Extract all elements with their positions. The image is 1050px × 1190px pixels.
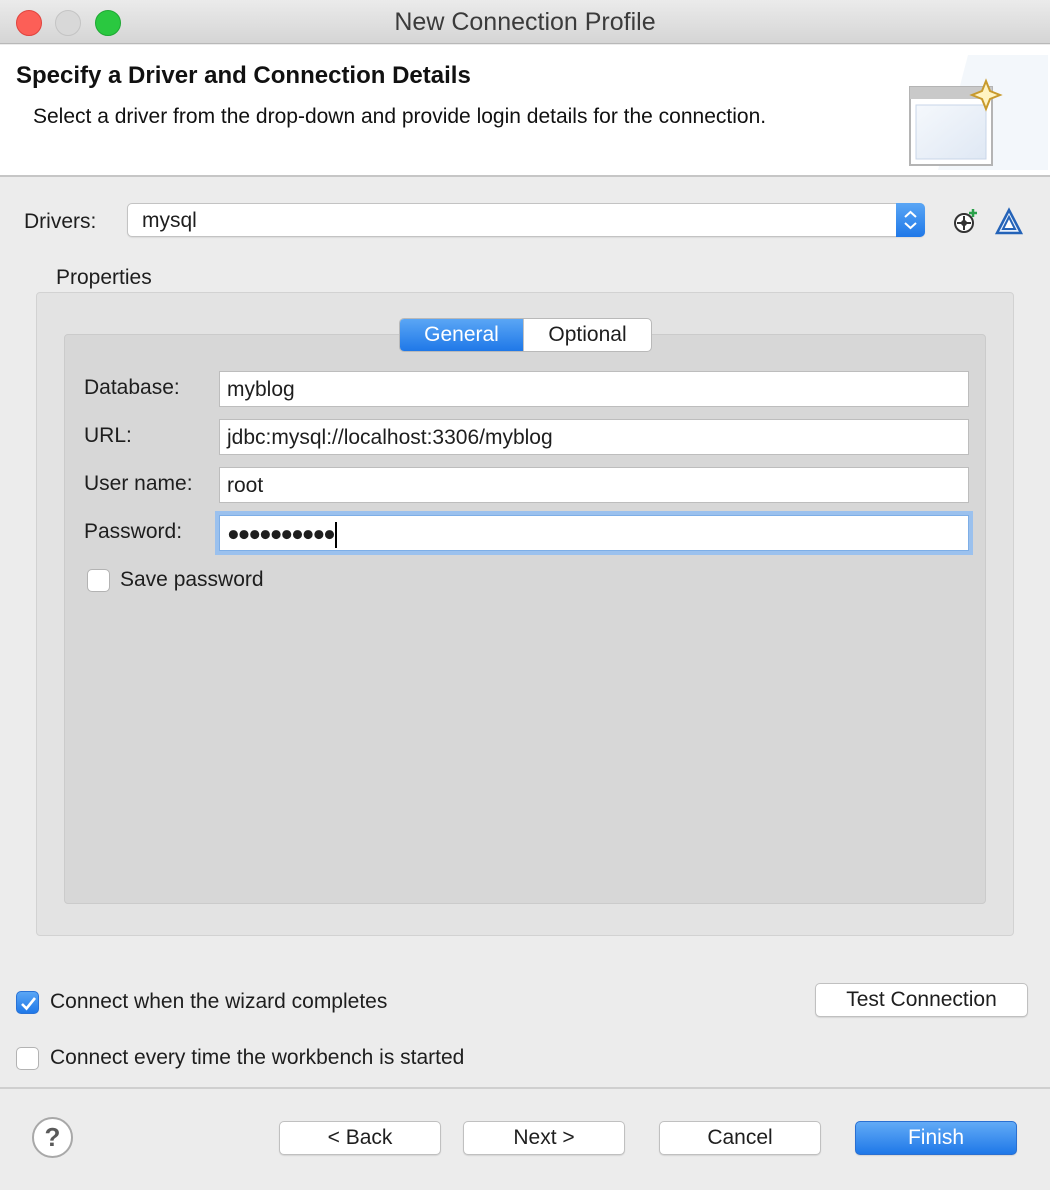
page-title: Specify a Driver and Connection Details: [16, 62, 471, 89]
properties-tab-bar: General Optional: [399, 318, 652, 352]
connect-on-complete-label: Connect when the wizard completes: [50, 990, 388, 1013]
back-button[interactable]: < Back: [279, 1121, 441, 1155]
wizard-banner-icon: [909, 55, 1048, 170]
properties-label: Properties: [56, 266, 152, 289]
question-mark-icon: ?: [44, 1122, 61, 1152]
checkmark-icon: [21, 997, 37, 1011]
next-button[interactable]: Next >: [463, 1121, 625, 1155]
tab-general[interactable]: General: [400, 319, 523, 351]
text-caret: [334, 522, 337, 548]
drivers-label: Drivers:: [24, 210, 97, 233]
help-button[interactable]: ?: [32, 1117, 73, 1158]
drivers-dropdown[interactable]: mysql: [127, 203, 925, 237]
url-label: URL:: [84, 424, 132, 447]
cancel-button[interactable]: Cancel: [659, 1121, 821, 1155]
save-password-label: Save password: [120, 568, 264, 591]
connect-on-start-label: Connect every time the workbench is star…: [50, 1046, 465, 1069]
username-label: User name:: [84, 472, 193, 495]
window-title: New Connection Profile: [394, 8, 656, 36]
edit-driver-definition-icon[interactable]: [994, 206, 1024, 236]
username-field[interactable]: root: [219, 467, 969, 503]
database-label: Database:: [84, 376, 180, 399]
url-field[interactable]: jdbc:mysql://localhost:3306/myblog: [219, 419, 969, 455]
connect-on-complete-checkbox[interactable]: [16, 991, 39, 1014]
save-password-checkbox[interactable]: [87, 569, 110, 592]
password-field[interactable]: ●●●●●●●●●●: [219, 515, 969, 551]
new-driver-definition-icon[interactable]: [950, 206, 980, 236]
finish-button[interactable]: Finish: [855, 1121, 1017, 1155]
footer-separator: [0, 1087, 1050, 1089]
connect-on-start-checkbox[interactable]: [16, 1047, 39, 1070]
password-label: Password:: [84, 520, 183, 543]
wizard-header: Specify a Driver and Connection Details …: [0, 45, 1050, 177]
page-description: Select a driver from the drop-down and p…: [33, 105, 767, 128]
dropdown-stepper-icon[interactable]: [896, 203, 925, 237]
tab-optional[interactable]: Optional: [523, 319, 651, 351]
test-connection-button[interactable]: Test Connection: [815, 983, 1028, 1017]
password-masked-value: ●●●●●●●●●●: [227, 522, 336, 546]
database-field[interactable]: myblog: [219, 371, 969, 407]
drivers-selected-value: mysql: [142, 209, 197, 232]
window-title-bar: New Connection Profile: [0, 0, 1050, 44]
